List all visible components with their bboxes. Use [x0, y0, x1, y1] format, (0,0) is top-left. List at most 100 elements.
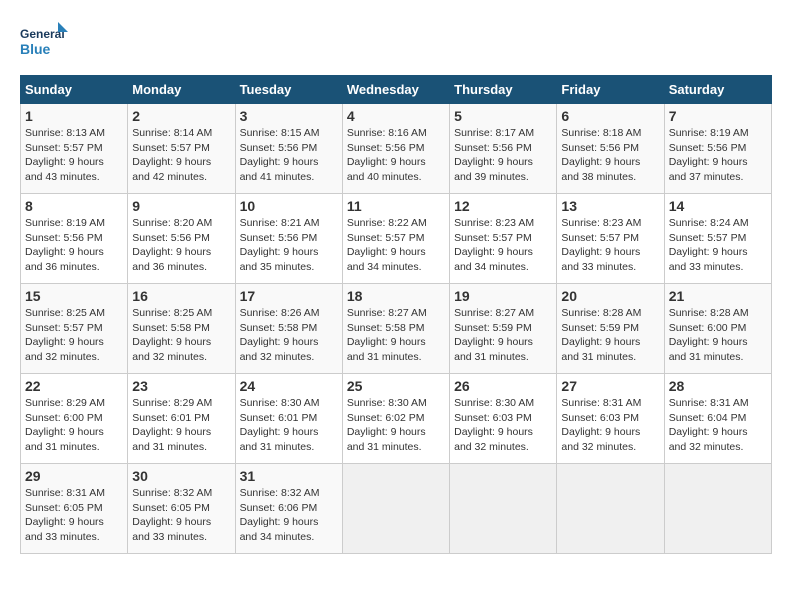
day-info: Sunrise: 8:25 AMSunset: 5:57 PMDaylight:…: [25, 306, 123, 365]
day-number: 12: [454, 198, 552, 214]
calendar-day-cell: [342, 464, 449, 554]
day-number: 31: [240, 468, 338, 484]
day-number: 9: [132, 198, 230, 214]
calendar-day-cell: 11 Sunrise: 8:22 AMSunset: 5:57 PMDayligh…: [342, 194, 449, 284]
calendar-day-cell: 17Sunrise: 8:26 AMSunset: 5:58 PMDayligh…: [235, 284, 342, 374]
day-of-week-header: Sunday: [21, 76, 128, 104]
calendar-day-cell: 3Sunrise: 8:15 AMSunset: 5:56 PMDaylight…: [235, 104, 342, 194]
day-number: 6: [561, 108, 659, 124]
logo: General Blue: [20, 20, 70, 65]
day-info: Sunrise: 8:21 AMSunset: 5:56 PMDaylight:…: [240, 216, 338, 275]
calendar-day-cell: 20 Sunrise: 8:28 AMSunset: 5:59 PMDayligh…: [557, 284, 664, 374]
calendar-day-cell: 25 Sunrise: 8:30 AMSunset: 6:02 PMDayligh…: [342, 374, 449, 464]
day-info: Sunrise: 8:19 AMSunset: 5:56 PMDaylight:…: [25, 216, 123, 275]
day-number: 15: [25, 288, 123, 304]
day-info: Sunrise: 8:28 AMSunset: 5:59 PMDaylight:…: [561, 306, 659, 365]
day-number: 7: [669, 108, 767, 124]
calendar-day-cell: 24Sunrise: 8:30 AMSunset: 6:01 PMDayligh…: [235, 374, 342, 464]
day-number: 21: [669, 288, 767, 304]
day-number: 30: [132, 468, 230, 484]
day-number: 20: [561, 288, 659, 304]
calendar-day-cell: 13 Sunrise: 8:23 AMSunset: 5:57 PMDayligh…: [557, 194, 664, 284]
day-number: 4: [347, 108, 445, 124]
calendar-week-row: 8 Sunrise: 8:19 AMSunset: 5:56 PMDaylight…: [21, 194, 772, 284]
day-info: Sunrise: 8:16 AMSunset: 5:56 PMDaylight:…: [347, 126, 445, 185]
day-number: 18: [347, 288, 445, 304]
calendar-day-cell: 12 Sunrise: 8:23 AMSunset: 5:57 PMDayligh…: [450, 194, 557, 284]
day-info: Sunrise: 8:20 AMSunset: 5:56 PMDaylight:…: [132, 216, 230, 275]
logo-svg: General Blue: [20, 20, 70, 65]
calendar-week-row: 29 Sunrise: 8:31 AMSunset: 6:05 PMDayligh…: [21, 464, 772, 554]
day-info: Sunrise: 8:27 AMSunset: 5:59 PMDaylight:…: [454, 306, 552, 365]
day-info: Sunrise: 8:31 AMSunset: 6:03 PMDaylight:…: [561, 396, 659, 455]
days-header-row: SundayMondayTuesdayWednesdayThursdayFrid…: [21, 76, 772, 104]
day-number: 26: [454, 378, 552, 394]
day-number: 23: [132, 378, 230, 394]
day-info: Sunrise: 8:17 AMSunset: 5:56 PMDaylight:…: [454, 126, 552, 185]
calendar-day-cell: 6 Sunrise: 8:18 AMSunset: 5:56 PMDaylight…: [557, 104, 664, 194]
calendar-week-row: 1 Sunrise: 8:13 AMSunset: 5:57 PMDaylight…: [21, 104, 772, 194]
day-of-week-header: Monday: [128, 76, 235, 104]
calendar-day-cell: 2 Sunrise: 8:14 AMSunset: 5:57 PMDaylight…: [128, 104, 235, 194]
day-info: Sunrise: 8:32 AMSunset: 6:05 PMDaylight:…: [132, 486, 230, 545]
day-number: 10: [240, 198, 338, 214]
day-info: Sunrise: 8:18 AMSunset: 5:56 PMDaylight:…: [561, 126, 659, 185]
day-of-week-header: Saturday: [664, 76, 771, 104]
day-info: Sunrise: 8:28 AMSunset: 6:00 PMDaylight:…: [669, 306, 767, 365]
calendar-table: SundayMondayTuesdayWednesdayThursdayFrid…: [20, 75, 772, 554]
calendar-day-cell: 15 Sunrise: 8:25 AMSunset: 5:57 PMDayligh…: [21, 284, 128, 374]
day-number: 19: [454, 288, 552, 304]
day-number: 11: [347, 198, 445, 214]
calendar-day-cell: 14 Sunrise: 8:24 AMSunset: 5:57 PMDayligh…: [664, 194, 771, 284]
header: General Blue: [20, 20, 772, 65]
day-number: 2: [132, 108, 230, 124]
calendar-day-cell: [557, 464, 664, 554]
day-number: 5: [454, 108, 552, 124]
calendar-week-row: 15 Sunrise: 8:25 AMSunset: 5:57 PMDayligh…: [21, 284, 772, 374]
day-info: Sunrise: 8:23 AMSunset: 5:57 PMDaylight:…: [454, 216, 552, 275]
calendar-day-cell: 16 Sunrise: 8:25 AMSunset: 5:58 PMDayligh…: [128, 284, 235, 374]
day-of-week-header: Friday: [557, 76, 664, 104]
day-info: Sunrise: 8:24 AMSunset: 5:57 PMDaylight:…: [669, 216, 767, 275]
day-number: 3: [240, 108, 338, 124]
day-number: 16: [132, 288, 230, 304]
calendar-day-cell: 27 Sunrise: 8:31 AMSunset: 6:03 PMDayligh…: [557, 374, 664, 464]
day-of-week-header: Wednesday: [342, 76, 449, 104]
calendar-day-cell: [450, 464, 557, 554]
day-info: Sunrise: 8:13 AMSunset: 5:57 PMDaylight:…: [25, 126, 123, 185]
day-info: Sunrise: 8:29 AMSunset: 6:00 PMDaylight:…: [25, 396, 123, 455]
calendar-day-cell: 26Sunrise: 8:30 AMSunset: 6:03 PMDayligh…: [450, 374, 557, 464]
day-info: Sunrise: 8:14 AMSunset: 5:57 PMDaylight:…: [132, 126, 230, 185]
day-of-week-header: Thursday: [450, 76, 557, 104]
day-info: Sunrise: 8:23 AMSunset: 5:57 PMDaylight:…: [561, 216, 659, 275]
day-of-week-header: Tuesday: [235, 76, 342, 104]
calendar-day-cell: 29 Sunrise: 8:31 AMSunset: 6:05 PMDayligh…: [21, 464, 128, 554]
calendar-day-cell: 19 Sunrise: 8:27 AMSunset: 5:59 PMDayligh…: [450, 284, 557, 374]
day-info: Sunrise: 8:31 AMSunset: 6:05 PMDaylight:…: [25, 486, 123, 545]
day-number: 1: [25, 108, 123, 124]
day-info: Sunrise: 8:30 AMSunset: 6:01 PMDaylight:…: [240, 396, 338, 455]
calendar-day-cell: 18Sunrise: 8:27 AMSunset: 5:58 PMDayligh…: [342, 284, 449, 374]
day-info: Sunrise: 8:22 AMSunset: 5:57 PMDaylight:…: [347, 216, 445, 275]
calendar-day-cell: 21 Sunrise: 8:28 AMSunset: 6:00 PMDayligh…: [664, 284, 771, 374]
calendar-day-cell: 10 Sunrise: 8:21 AMSunset: 5:56 PMDayligh…: [235, 194, 342, 284]
calendar-day-cell: 4 Sunrise: 8:16 AMSunset: 5:56 PMDaylight…: [342, 104, 449, 194]
day-number: 25: [347, 378, 445, 394]
day-number: 8: [25, 198, 123, 214]
day-info: Sunrise: 8:25 AMSunset: 5:58 PMDaylight:…: [132, 306, 230, 365]
calendar-day-cell: 8 Sunrise: 8:19 AMSunset: 5:56 PMDaylight…: [21, 194, 128, 284]
day-number: 13: [561, 198, 659, 214]
day-number: 22: [25, 378, 123, 394]
day-number: 14: [669, 198, 767, 214]
day-info: Sunrise: 8:19 AMSunset: 5:56 PMDaylight:…: [669, 126, 767, 185]
calendar-day-cell: 23Sunrise: 8:29 AMSunset: 6:01 PMDayligh…: [128, 374, 235, 464]
calendar-day-cell: 31 Sunrise: 8:32 AMSunset: 6:06 PMDayligh…: [235, 464, 342, 554]
calendar-day-cell: 22 Sunrise: 8:29 AMSunset: 6:00 PMDayligh…: [21, 374, 128, 464]
day-number: 29: [25, 468, 123, 484]
day-number: 27: [561, 378, 659, 394]
day-info: Sunrise: 8:32 AMSunset: 6:06 PMDaylight:…: [240, 486, 338, 545]
svg-text:Blue: Blue: [20, 41, 51, 57]
calendar-day-cell: [664, 464, 771, 554]
day-info: Sunrise: 8:30 AMSunset: 6:02 PMDaylight:…: [347, 396, 445, 455]
calendar-day-cell: 30 Sunrise: 8:32 AMSunset: 6:05 PMDayligh…: [128, 464, 235, 554]
